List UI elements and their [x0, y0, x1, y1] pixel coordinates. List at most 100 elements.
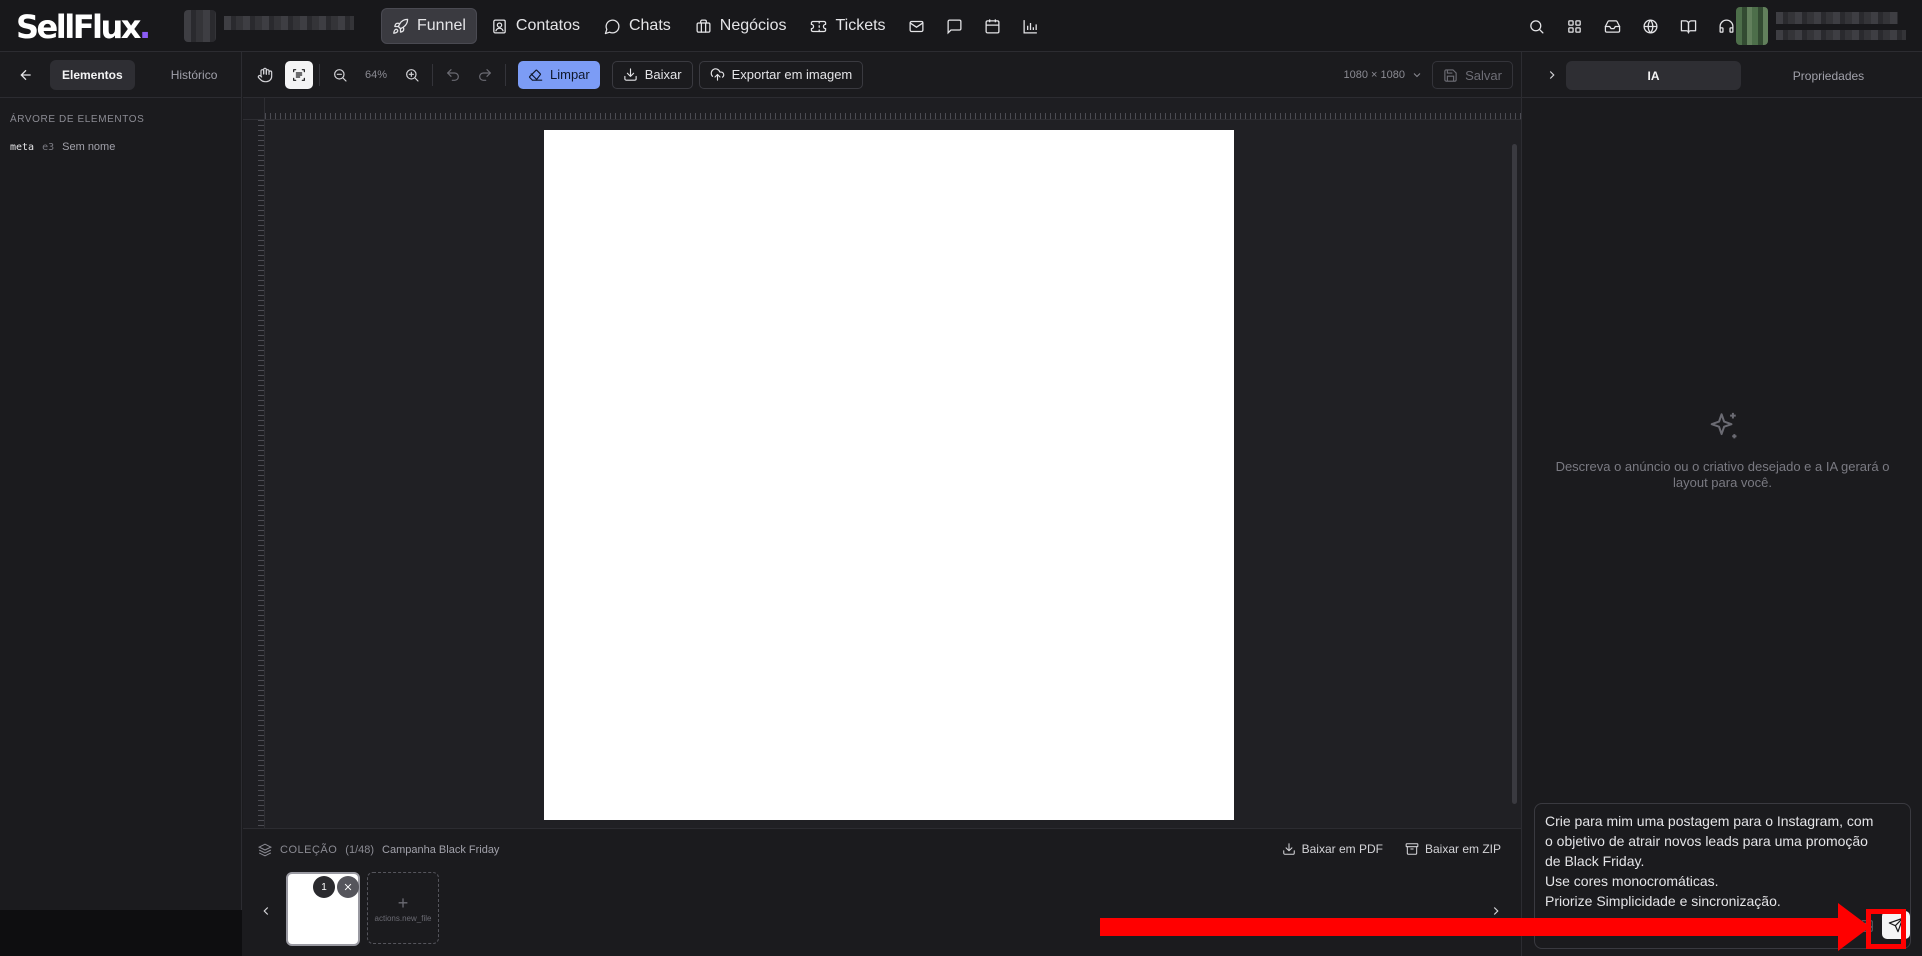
header-apps-button[interactable]	[1558, 8, 1590, 44]
nav-email-button[interactable]	[900, 8, 934, 44]
inbox-icon	[1604, 19, 1620, 33]
undo-icon	[447, 68, 459, 81]
left-panel-footer	[0, 910, 242, 956]
user-email-blurred[interactable]	[1776, 30, 1906, 40]
thumbnail-number: 1	[313, 876, 335, 898]
user-avatar-blurred[interactable]	[1736, 7, 1768, 45]
nav-funnel[interactable]: Funnel	[381, 8, 477, 44]
annotation-arrow-shaft	[1100, 918, 1842, 936]
contact-icon	[493, 18, 506, 34]
export-image-button[interactable]: Exportar em imagem	[698, 60, 864, 89]
ai-prompt-text[interactable]: Crie para mim uma postagem para o Instag…	[1545, 811, 1885, 911]
save-icon	[1444, 68, 1457, 82]
selection-box-icon	[293, 68, 305, 81]
chat-bubble-icon	[604, 19, 620, 34]
workspace-avatar-blurred[interactable]	[184, 10, 216, 42]
tab-propriedades[interactable]: Propriedades	[1741, 61, 1916, 90]
ai-empty-state: Descreva o anúncio ou o criativo desejad…	[1522, 410, 1922, 491]
header-docs-button[interactable]	[1672, 8, 1704, 44]
nav-reports-button[interactable]	[1014, 8, 1048, 44]
zoom-in-icon	[406, 68, 419, 82]
briefcase-icon	[696, 18, 711, 33]
zoom-out-icon	[334, 68, 347, 82]
zoom-in-button[interactable]	[398, 61, 426, 89]
artboard[interactable]	[544, 130, 1234, 820]
collection-prev-button[interactable]	[256, 901, 276, 921]
zoom-level[interactable]: 64%	[354, 69, 398, 81]
toolbar-divider	[432, 63, 433, 86]
workspace-name-blurred[interactable]	[224, 16, 354, 30]
bar-chart-icon	[1023, 19, 1037, 34]
ai-panel: IA Propriedades Descreva o anúncio ou o …	[1521, 52, 1922, 956]
grid-icon	[1567, 19, 1581, 33]
nav-chats[interactable]: Chats	[594, 8, 681, 44]
back-button[interactable]	[12, 61, 40, 89]
collection-header: COLEÇÃO (1/48) Campanha Black Friday	[258, 843, 499, 857]
download-icon	[624, 68, 637, 81]
nav-negocios[interactable]: Negócios	[685, 8, 797, 44]
export-image-button-label: Exportar em imagem	[731, 67, 853, 82]
collapse-panel-button[interactable]	[1538, 61, 1566, 89]
header-inbox-button[interactable]	[1596, 8, 1628, 44]
calendar-icon	[985, 18, 1000, 34]
nav-tickets-label: Tickets	[835, 17, 886, 34]
nav-calendar-button[interactable]	[976, 8, 1010, 44]
redo-icon	[479, 68, 491, 81]
collection-name: Campanha Black Friday	[382, 844, 500, 856]
canvas-area[interactable]	[243, 98, 1521, 828]
nav-tickets[interactable]: Tickets	[800, 8, 895, 44]
close-icon	[344, 883, 352, 891]
tree-item[interactable]: meta e3 Sem nome	[10, 141, 115, 153]
user-name-blurred[interactable]	[1776, 12, 1898, 24]
download-pdf-button[interactable]: Baixar em PDF	[1282, 837, 1383, 861]
tab-elementos[interactable]: Elementos	[50, 59, 135, 90]
tab-historico[interactable]: Histórico	[159, 60, 230, 90]
ruler-corner	[243, 98, 265, 120]
collection-thumbnail[interactable]: 1	[286, 872, 360, 946]
save-button-label: Salvar	[1465, 67, 1502, 83]
element-tree-title: ÁRVORE DE ELEMENTOS	[10, 114, 145, 125]
collection-actions: Baixar em PDF Baixar em ZIP	[1282, 837, 1501, 861]
save-button[interactable]: Salvar	[1432, 61, 1513, 89]
tab-ia[interactable]: IA	[1566, 61, 1741, 90]
new-file-button[interactable]: + actions.new_file	[367, 872, 439, 944]
chevron-right-icon	[1549, 71, 1555, 79]
ai-panel-header: IA Propriedades	[1522, 52, 1922, 98]
collection-count: (1/48)	[345, 844, 375, 856]
arrow-left-icon	[20, 69, 31, 80]
search-icon	[1529, 19, 1544, 34]
download-zip-button[interactable]: Baixar em ZIP	[1405, 837, 1501, 861]
nav-messages-button[interactable]	[938, 8, 972, 44]
horizontal-ruler	[265, 98, 1521, 120]
header-actions	[1520, 8, 1742, 44]
undo-button[interactable]	[439, 61, 467, 89]
download-icon	[1282, 843, 1295, 855]
thumbnail-remove-button[interactable]	[337, 876, 359, 898]
canvas-size-select[interactable]: 1080 × 1080	[1344, 61, 1423, 89]
clear-button-label: Limpar	[550, 67, 590, 82]
nav-contatos[interactable]: Contatos	[481, 8, 590, 44]
nav-negocios-label: Negócios	[719, 17, 787, 34]
book-icon	[1680, 19, 1696, 34]
redo-button[interactable]	[471, 61, 499, 89]
editor-toolbar: 64% Limpar Baixar Exportar em imagem 108…	[243, 52, 1521, 98]
download-button[interactable]: Baixar	[611, 60, 693, 89]
clear-button[interactable]: Limpar	[518, 60, 600, 89]
chevron-left-icon	[263, 907, 269, 915]
cloud-upload-icon	[710, 68, 724, 81]
eraser-icon	[528, 69, 543, 81]
canvas-scrollbar[interactable]	[1512, 144, 1517, 804]
collection-label: COLEÇÃO	[280, 844, 338, 856]
select-tool-button[interactable]	[285, 60, 313, 89]
sellflux-logo[interactable]: SellFlux.	[16, 8, 151, 46]
nav-chats-label: Chats	[628, 17, 671, 34]
header-search-button[interactable]	[1520, 8, 1552, 44]
layers-icon	[258, 843, 272, 857]
zoom-out-button[interactable]	[326, 61, 354, 89]
top-navigation-bar: SellFlux. Funnel Contatos Chats Negócios…	[0, 0, 1922, 52]
sparkles-icon	[1710, 412, 1736, 439]
header-integrations-button[interactable]	[1634, 8, 1666, 44]
collection-strip: COLEÇÃO (1/48) Campanha Black Friday Bai…	[243, 828, 1521, 956]
nav-funnel-label: Funnel	[417, 17, 466, 34]
pan-tool-button[interactable]	[251, 61, 279, 89]
